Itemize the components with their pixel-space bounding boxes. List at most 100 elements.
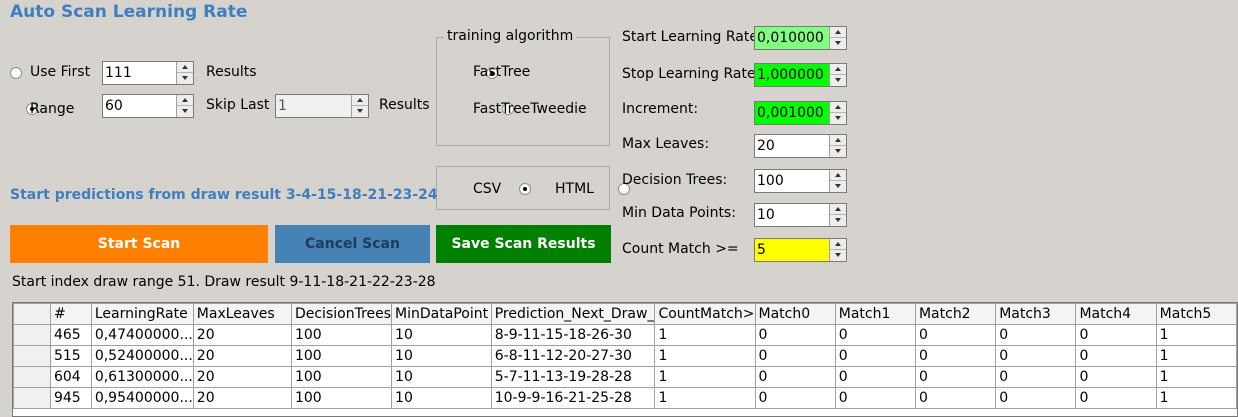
table-cell[interactable]: 945 [49, 387, 92, 409]
column-header[interactable]: DecisionTrees [290, 303, 393, 325]
use-first-value[interactable]: 111 [105, 65, 132, 81]
table-cell[interactable]: 8-9-11-15-18-26-30 [490, 324, 656, 346]
increment-value[interactable]: 0,001000 [757, 105, 824, 121]
spin-down-icon[interactable] [352, 106, 368, 117]
use-first-stepper[interactable]: 111 [102, 61, 194, 85]
table-cell[interactable]: 1 [1155, 345, 1237, 367]
spin-down-icon[interactable] [830, 38, 846, 49]
table-cell[interactable]: 1 [1155, 387, 1237, 409]
increment-stepper[interactable]: 0,001000 [754, 101, 847, 125]
spin-up-icon[interactable] [830, 64, 846, 75]
column-header[interactable]: Match4 [1075, 303, 1157, 325]
table-cell[interactable]: 100 [290, 387, 393, 409]
column-header[interactable]: Match0 [754, 303, 836, 325]
spin-up-icon[interactable] [830, 27, 846, 38]
count-match-stepper[interactable]: 5 [754, 238, 847, 262]
table-cell[interactable]: 10 [391, 324, 492, 346]
table-cell[interactable]: 1 [654, 366, 756, 388]
min-data-points-stepper[interactable]: 10 [754, 203, 847, 227]
table-cell[interactable]: 465 [49, 324, 92, 346]
table-cell[interactable]: 20 [192, 345, 292, 367]
min-data-points-value[interactable]: 10 [757, 207, 775, 223]
use-first-radio[interactable] [10, 67, 22, 79]
spin-down-icon[interactable] [177, 73, 193, 84]
row-header[interactable] [13, 324, 51, 346]
table-cell[interactable]: 0 [914, 387, 997, 409]
table-cell[interactable]: 0,47400000... [90, 324, 194, 346]
column-header[interactable]: MaxLeaves [192, 303, 292, 325]
column-header[interactable]: Match1 [834, 303, 916, 325]
range-stepper[interactable]: 60 [102, 94, 194, 118]
table-cell[interactable]: 6-8-11-12-20-27-30 [490, 345, 656, 367]
save-scan-results-button[interactable]: Save Scan Results [436, 225, 611, 263]
table-row[interactable]: 604 0,61300000... 20 100 10 5-7-11-13-19-28-2… [13, 366, 1237, 388]
column-header[interactable]: Prediction_Next_Draw_ [490, 303, 656, 325]
start-learning-rate-stepper[interactable]: 0,010000 [754, 26, 847, 50]
column-header[interactable]: # [49, 303, 92, 325]
cancel-scan-button[interactable]: Cancel Scan [275, 225, 430, 263]
results-grid[interactable]: # LearningRate MaxLeaves DecisionTrees M… [12, 302, 1238, 417]
table-cell[interactable]: 1 [654, 324, 756, 346]
column-header[interactable]: LearningRate [90, 303, 194, 325]
spin-down-icon[interactable] [830, 181, 846, 192]
decision-trees-value[interactable]: 100 [757, 173, 784, 189]
spin-up-icon[interactable] [830, 239, 846, 250]
row-header[interactable] [13, 345, 51, 367]
decision-trees-stepper[interactable]: 100 [754, 169, 847, 193]
table-cell[interactable]: 0,52400000... [90, 345, 194, 367]
start-scan-button[interactable]: Start Scan [10, 225, 268, 263]
table-cell[interactable]: 0 [1075, 324, 1157, 346]
spin-up-icon[interactable] [830, 170, 846, 181]
table-cell[interactable]: 0 [754, 387, 836, 409]
max-leaves-value[interactable]: 20 [757, 138, 775, 154]
table-cell[interactable]: 0 [1075, 345, 1157, 367]
count-match-value[interactable]: 5 [757, 242, 766, 258]
stop-learning-rate-value[interactable]: 1,000000 [757, 67, 824, 83]
table-cell[interactable]: 1 [1155, 324, 1237, 346]
table-cell[interactable]: 0 [995, 387, 1077, 409]
spin-up-icon[interactable] [830, 204, 846, 215]
table-cell[interactable]: 20 [192, 324, 292, 346]
stop-learning-rate-stepper[interactable]: 1,000000 [754, 63, 847, 87]
table-cell[interactable]: 0 [914, 345, 997, 367]
table-cell[interactable]: 515 [49, 345, 92, 367]
table-cell[interactable]: 20 [192, 387, 292, 409]
csv-radio[interactable] [518, 183, 531, 195]
table-cell[interactable]: 0 [914, 324, 997, 346]
table-cell[interactable]: 0,61300000... [90, 366, 194, 388]
spin-down-icon[interactable] [830, 113, 846, 124]
table-cell[interactable]: 0 [754, 324, 836, 346]
table-cell[interactable]: 10 [391, 387, 492, 409]
table-cell[interactable]: 0 [1075, 366, 1157, 388]
max-leaves-stepper[interactable]: 20 [754, 134, 847, 158]
table-cell[interactable]: 0 [995, 366, 1077, 388]
table-cell[interactable]: 0,95400000... [90, 387, 194, 409]
table-cell[interactable]: 1 [654, 345, 756, 367]
spin-down-icon[interactable] [830, 146, 846, 157]
table-cell[interactable]: 0 [834, 366, 916, 388]
start-learning-rate-value[interactable]: 0,010000 [757, 30, 824, 46]
range-value[interactable]: 60 [105, 98, 123, 114]
column-header[interactable]: Match5 [1155, 303, 1237, 325]
column-header[interactable]: MinDataPoint [391, 303, 492, 325]
table-cell[interactable]: 0 [995, 324, 1077, 346]
table-cell[interactable]: 5-7-11-13-19-28-28 [490, 366, 656, 388]
table-cell[interactable]: 0 [834, 324, 916, 346]
table-cell[interactable]: 100 [290, 366, 393, 388]
table-cell[interactable]: 604 [49, 366, 92, 388]
spin-up-icon[interactable] [830, 102, 846, 113]
table-cell[interactable]: 0 [914, 366, 997, 388]
table-cell[interactable]: 1 [1155, 366, 1237, 388]
table-cell[interactable]: 0 [754, 345, 836, 367]
spin-down-icon[interactable] [830, 75, 846, 86]
table-row[interactable]: 465 0,47400000... 20 100 10 8-9-11-15-18-26-3… [13, 324, 1237, 346]
row-header[interactable] [13, 387, 51, 409]
table-row[interactable]: 945 0,95400000... 20 100 10 10-9-9-16-21-25-2… [13, 387, 1237, 409]
table-cell[interactable]: 20 [192, 366, 292, 388]
table-cell[interactable]: 1 [654, 387, 756, 409]
table-cell[interactable]: 0 [995, 345, 1077, 367]
table-row[interactable]: 515 0,52400000... 20 100 10 6-8-11-12-20-27-3… [13, 345, 1237, 367]
spin-up-icon[interactable] [830, 135, 846, 146]
skip-last-value[interactable]: 1 [278, 98, 287, 114]
spin-up-icon[interactable] [352, 95, 368, 106]
